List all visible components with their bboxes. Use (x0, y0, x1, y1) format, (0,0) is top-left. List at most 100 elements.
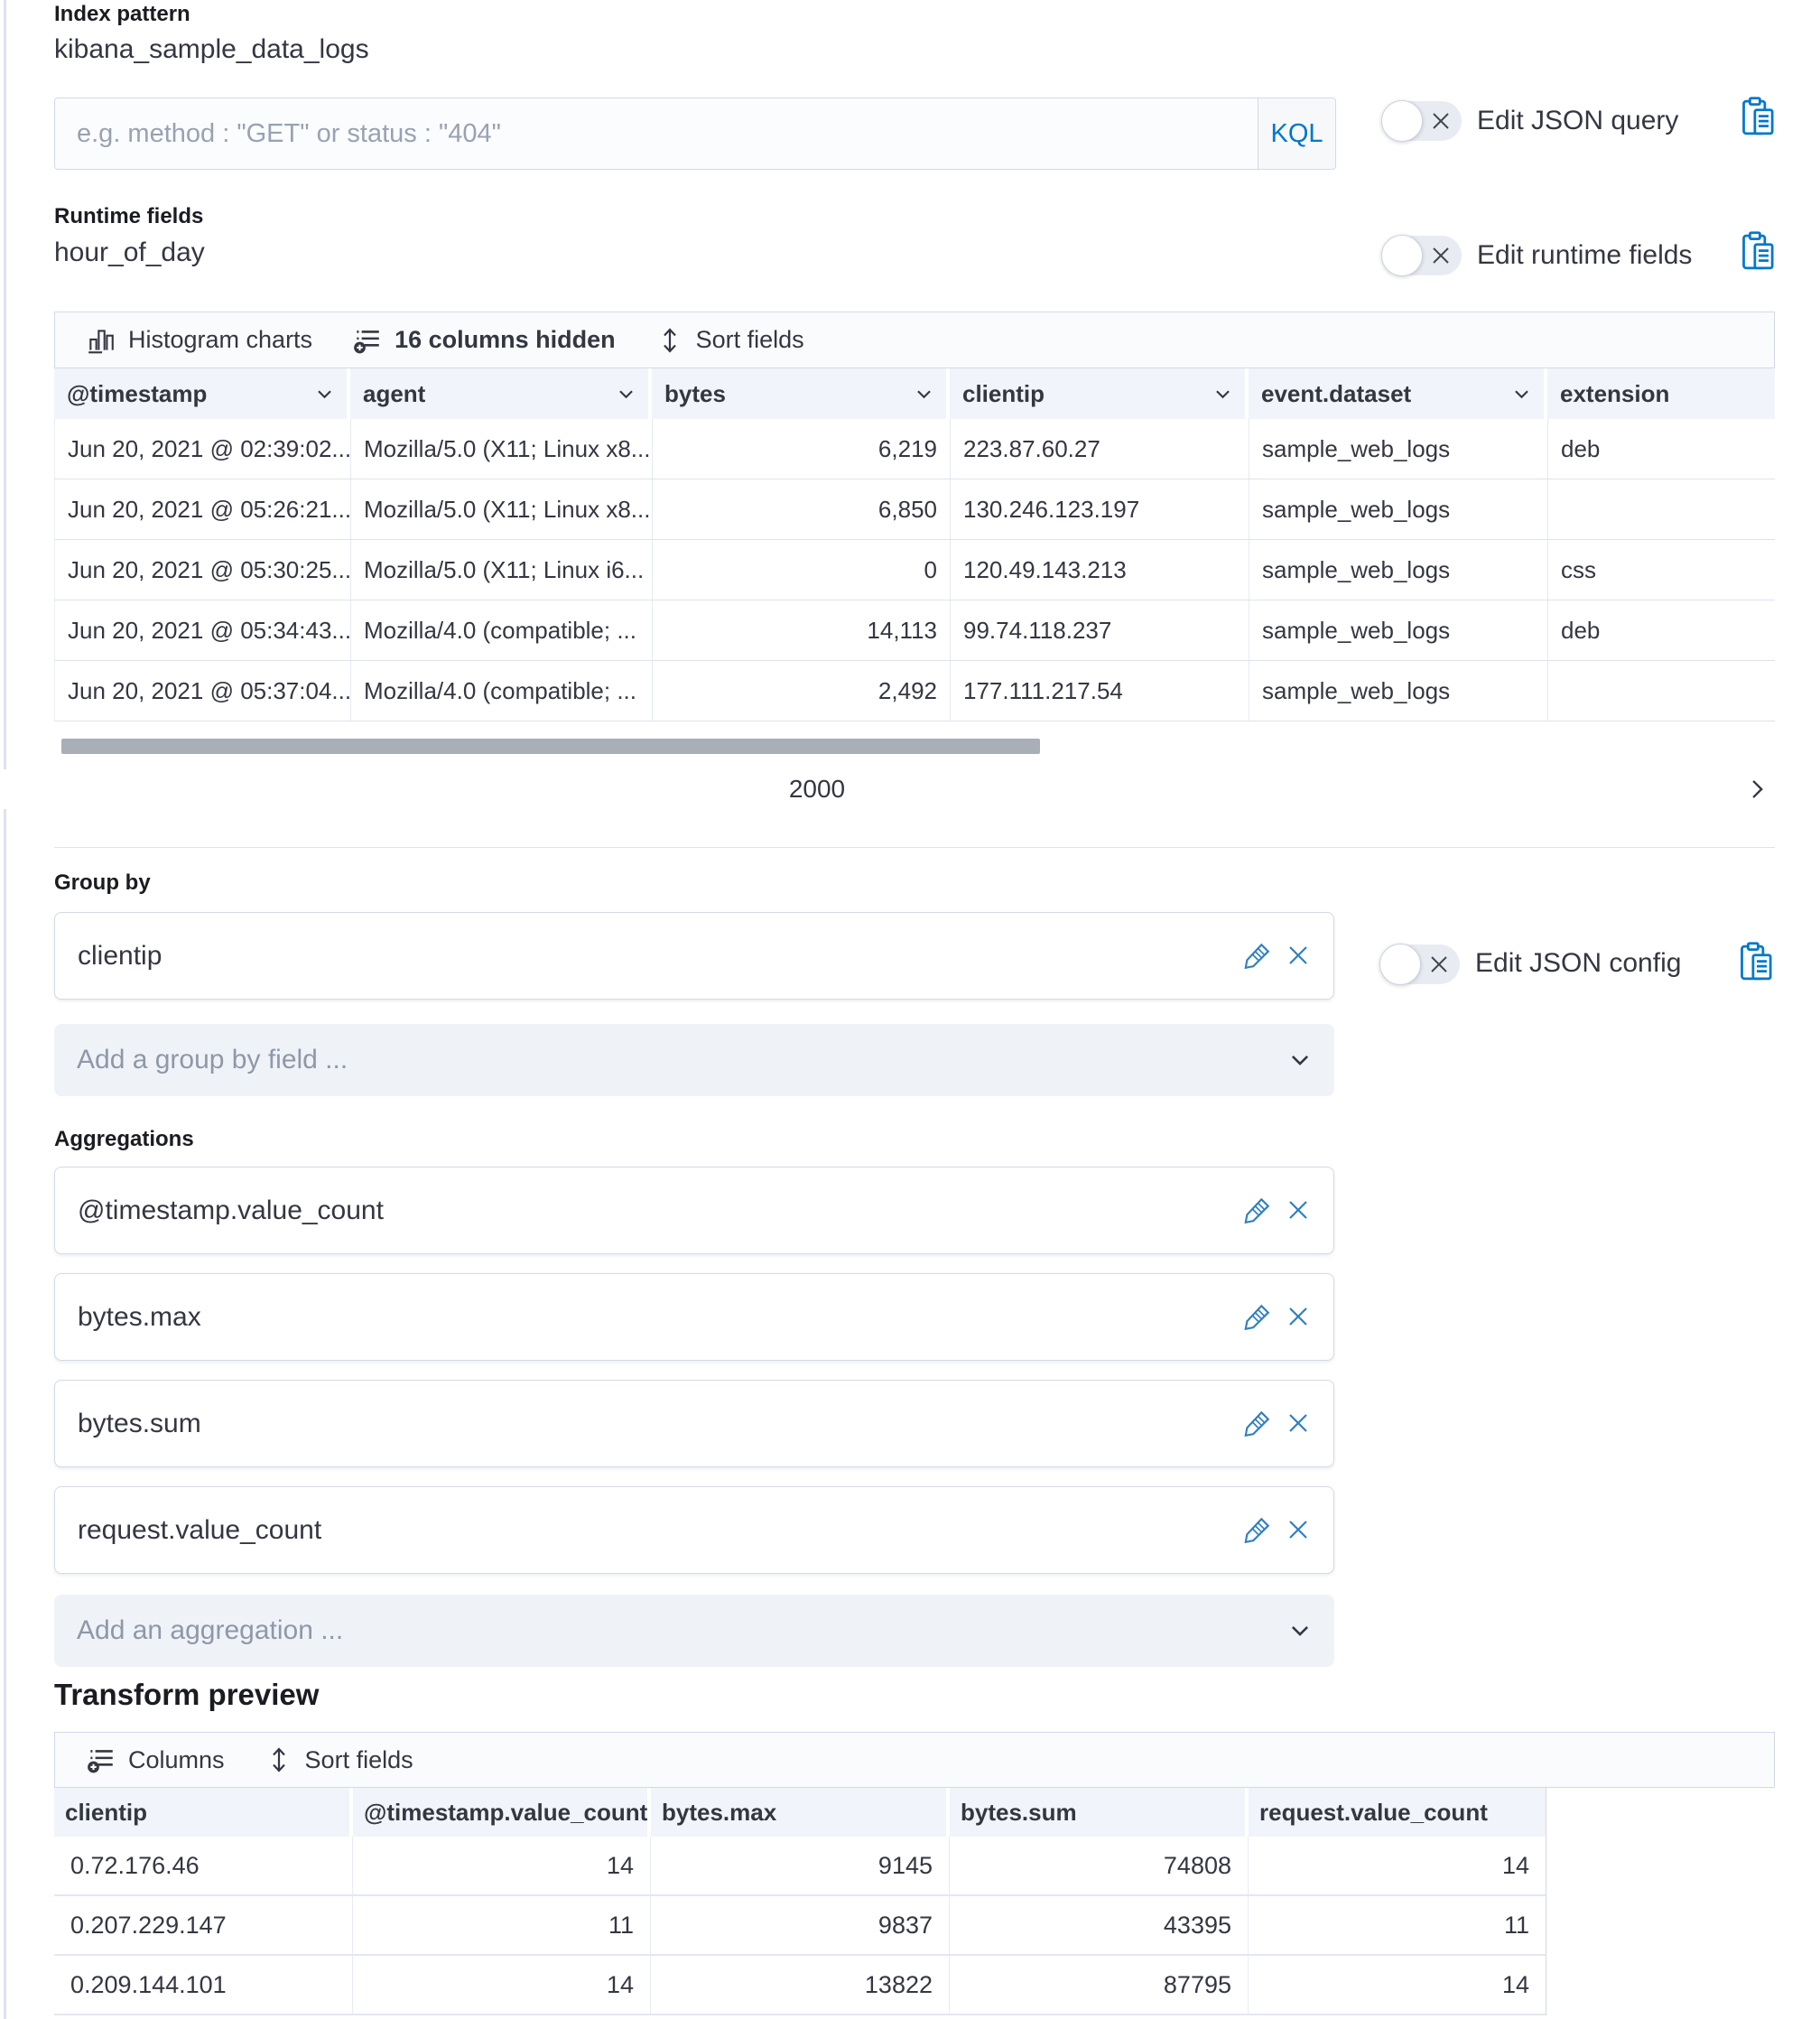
pencil-edit-icon (1241, 941, 1272, 972)
preview-columns-label: Columns (128, 1746, 225, 1774)
query-input[interactable] (55, 98, 1258, 169)
preview-table-cell: 43395 (950, 1896, 1249, 1954)
aggregations-label: Aggregations (54, 1127, 194, 1152)
copy-to-clipboard-icon[interactable] (1737, 941, 1777, 984)
aggregations-list: @timestamp.value_countbytes.maxbytes.sum… (54, 1167, 1334, 1593)
table-cell: deb (1548, 419, 1776, 479)
column-header-event.dataset[interactable]: event.dataset (1249, 368, 1547, 419)
table-cell: Jun 20, 2021 @ 05:34:43.... (55, 600, 351, 660)
wizard-step-connector-line (4, 0, 6, 2019)
table-row: Jun 20, 2021 @ 05:26:21....Mozilla/5.0 (… (54, 479, 1775, 540)
edit-aggregation-button[interactable] (1241, 1196, 1272, 1226)
preview-table-cell: 9145 (651, 1837, 950, 1894)
aggregation-item-label: bytes.sum (78, 1381, 201, 1466)
edit-aggregation-button[interactable] (1241, 1409, 1272, 1439)
preview-table-cell: 14 (353, 1956, 651, 2014)
cross-remove-icon (1284, 1302, 1313, 1331)
copy-to-clipboard-icon[interactable] (1739, 96, 1778, 139)
table-cell: sample_web_logs (1249, 661, 1548, 721)
preview-columns-button[interactable]: Columns (86, 1745, 225, 1775)
toggle-off-x-icon (1430, 955, 1448, 973)
preview-sort-fields-button[interactable]: Sort fields (265, 1745, 413, 1774)
table-row: Jun 20, 2021 @ 05:34:43....Mozilla/4.0 (… (54, 600, 1775, 661)
preview-table-cell: 13822 (651, 1956, 950, 2014)
preview-column-header-bytes.sum[interactable]: bytes.sum (950, 1788, 1249, 1837)
table-row: Jun 20, 2021 @ 05:30:25....Mozilla/5.0 (… (54, 540, 1775, 600)
table-cell: 99.74.118.237 (951, 600, 1249, 660)
aggregation-item: request.value_count (54, 1486, 1334, 1574)
edit-group-by-button[interactable] (1241, 941, 1272, 972)
histogram-icon (86, 325, 116, 356)
column-header-clientip[interactable]: clientip (950, 368, 1249, 419)
table-cell: 223.87.60.27 (951, 419, 1249, 479)
columns-hidden-button[interactable]: 16 columns hidden (352, 325, 616, 356)
cross-remove-icon (1284, 1196, 1313, 1224)
edit-runtime-fields-toggle[interactable] (1382, 236, 1462, 275)
table-cell: 130.246.123.197 (951, 479, 1249, 539)
pagination-next-button[interactable] (1738, 769, 1775, 809)
index-pattern-value: kibana_sample_data_logs (54, 34, 369, 65)
aggregation-item-label: bytes.max (78, 1274, 201, 1360)
edit-json-config-label: Edit JSON config (1475, 948, 1681, 979)
source-grid-header: @timestamp agent bytes clientipevent.datase… (54, 368, 1775, 419)
preview-sort-fields-label: Sort fields (305, 1746, 413, 1774)
pagination: 12345…2000 (0, 769, 1775, 809)
add-aggregation-select[interactable]: Add an aggregation ... (54, 1595, 1334, 1667)
runtime-fields-label: Runtime fields (54, 204, 203, 229)
index-pattern-label: Index pattern (54, 2, 190, 27)
table-cell: 6,219 (653, 419, 951, 479)
edit-json-config-toggle[interactable] (1380, 944, 1460, 984)
table-cell: sample_web_logs (1249, 479, 1548, 539)
pencil-edit-icon (1241, 1196, 1272, 1226)
remove-group-by-button[interactable] (1284, 941, 1313, 970)
table-cell: sample_web_logs (1249, 600, 1548, 660)
table-cell: 120.49.143.213 (951, 540, 1249, 600)
pencil-edit-icon (1241, 1302, 1272, 1333)
preview-column-header-clientip[interactable]: clientip (54, 1788, 353, 1837)
edit-runtime-fields-label: Edit runtime fields (1477, 240, 1692, 271)
copy-to-clipboard-icon[interactable] (1739, 230, 1778, 274)
toggle-knob (1379, 944, 1421, 985)
remove-aggregation-button[interactable] (1284, 1515, 1313, 1544)
source-grid-toolbar: Histogram charts 16 columns hidden Sort … (54, 312, 1775, 368)
add-group-by-select[interactable]: Add a group by field ... (54, 1024, 1334, 1096)
chevron-down-icon (1288, 1048, 1312, 1072)
list-add-icon (86, 1745, 116, 1775)
aggregation-item-label: request.value_count (78, 1487, 321, 1573)
remove-aggregation-button[interactable] (1284, 1196, 1313, 1224)
histogram-charts-button[interactable]: Histogram charts (86, 325, 312, 356)
column-header-label: bytes (664, 380, 915, 408)
sort-fields-button[interactable]: Sort fields (655, 326, 804, 355)
preview-table-cell: 9837 (651, 1896, 950, 1954)
edit-aggregation-button[interactable] (1241, 1302, 1272, 1333)
add-group-by-placeholder: Add a group by field ... (77, 1045, 1288, 1075)
preview-column-header-request.value_count[interactable]: request.value_count (1249, 1788, 1546, 1837)
column-header-agent[interactable]: agent (350, 368, 652, 419)
group-by-item-label: clientip (78, 913, 162, 999)
list-add-icon (352, 325, 383, 356)
cross-remove-icon (1284, 1515, 1313, 1544)
column-header-bytes[interactable]: bytes (652, 368, 950, 419)
remove-aggregation-button[interactable] (1284, 1409, 1313, 1437)
preview-column-header-@timestamp.value_count[interactable]: @timestamp.value_count (353, 1788, 651, 1837)
column-header-@timestamp[interactable]: @timestamp (54, 368, 350, 419)
horizontal-scrollbar-thumb[interactable] (61, 739, 1040, 754)
kql-language-button[interactable]: KQL (1258, 98, 1335, 169)
preview-column-header-bytes.max[interactable]: bytes.max (651, 1788, 950, 1837)
preview-table: clientip@timestamp.value_countbytes.maxb… (54, 1788, 1546, 2015)
remove-aggregation-button[interactable] (1284, 1302, 1313, 1331)
preview-toolbar: Columns Sort fields (54, 1732, 1775, 1788)
preview-table-cell: 11 (1249, 1896, 1546, 1954)
group-by-item: clientip (54, 912, 1334, 1000)
column-header-label: agent (363, 380, 617, 408)
column-header-extension[interactable]: extension (1547, 368, 1775, 419)
cross-remove-icon (1284, 941, 1313, 970)
table-row: Jun 20, 2021 @ 02:39:02....Mozilla/5.0 (… (54, 419, 1775, 479)
pagination-page-2000[interactable]: 2000 (0, 769, 1727, 809)
preview-table-cell: 14 (1249, 1837, 1546, 1894)
edit-json-query-label: Edit JSON query (1477, 106, 1678, 136)
pencil-edit-icon (1241, 1515, 1272, 1546)
edit-aggregation-button[interactable] (1241, 1515, 1272, 1546)
add-aggregation-placeholder: Add an aggregation ... (77, 1615, 1288, 1646)
edit-json-query-toggle[interactable] (1382, 101, 1462, 141)
